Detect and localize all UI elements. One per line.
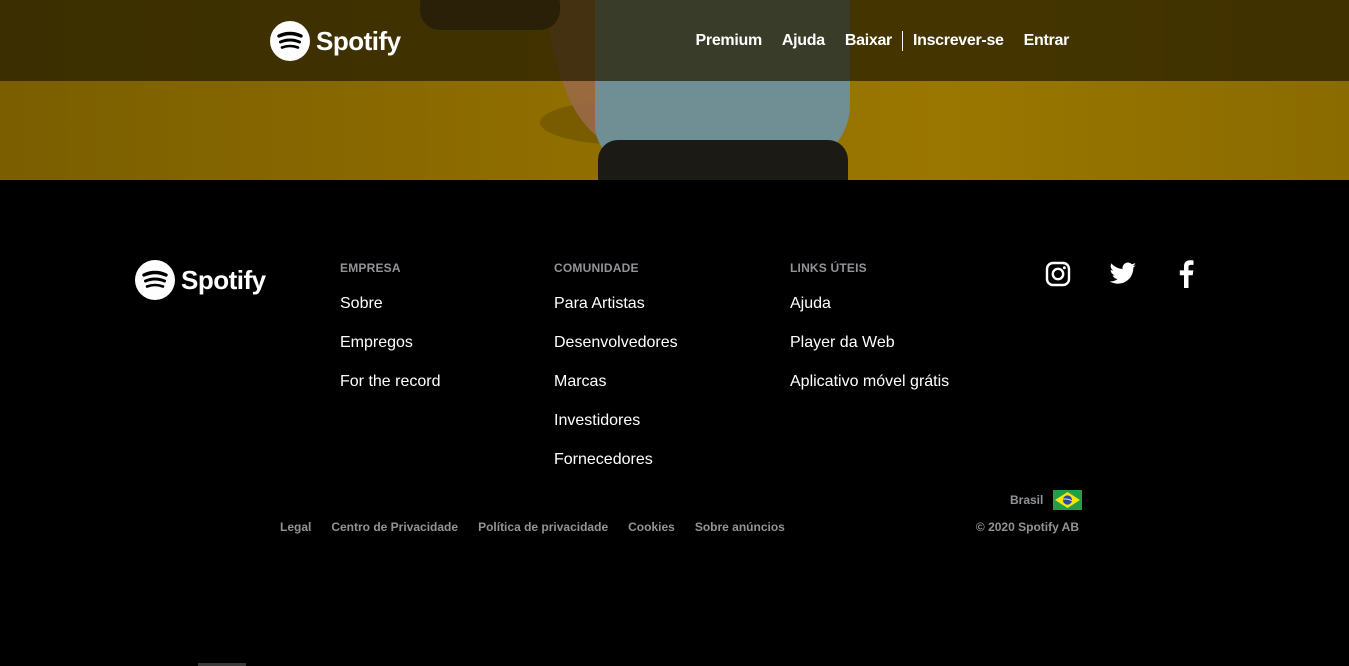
footer-link-for-the-record[interactable]: For the record: [340, 373, 440, 391]
nav-baixar[interactable]: Baixar: [845, 32, 892, 50]
hero-pants: [598, 140, 848, 180]
facebook-icon[interactable]: [1172, 260, 1200, 288]
footer-link-player-da-web[interactable]: Player da Web: [790, 334, 949, 352]
nav-entrar[interactable]: Entrar: [1024, 32, 1070, 50]
column-heading: COMUNIDADE: [554, 261, 639, 275]
footer-column-comunidade: COMUNIDADE Para Artistas Desenvolvedores…: [554, 261, 678, 469]
footer-link-fornecedores[interactable]: Fornecedores: [554, 451, 678, 469]
spotify-wordmark: Spotify: [181, 264, 266, 295]
spotify-logo-link[interactable]: Spotify: [270, 21, 401, 61]
region-selector[interactable]: Brasil: [1010, 490, 1083, 510]
legal-link-cookies[interactable]: Cookies: [628, 520, 675, 534]
footer-link-desenvolvedores[interactable]: Desenvolvedores: [554, 334, 678, 352]
column-heading: LINKS ÚTEIS: [790, 261, 867, 275]
column-heading: EMPRESA: [340, 261, 401, 275]
footer-column-empresa: EMPRESA Sobre Empregos For the record: [340, 261, 440, 391]
footer-link-para-artistas[interactable]: Para Artistas: [554, 295, 678, 313]
nav-links: Premium Ajuda Baixar Inscrever-se Entrar: [676, 31, 1069, 51]
footer-column-links-uteis: LINKS ÚTEIS Ajuda Player da Web Aplicati…: [790, 261, 949, 391]
copyright-text: © 2020 Spotify AB: [975, 520, 1079, 534]
region-label: Brasil: [1010, 493, 1044, 507]
instagram-icon[interactable]: [1044, 260, 1072, 288]
legal-link-politica-de-privacidade[interactable]: Política de privacidade: [478, 520, 608, 534]
footer-link-empregos[interactable]: Empregos: [340, 334, 440, 352]
brazil-flag-icon: [1053, 490, 1083, 510]
spotify-logo-icon: [270, 21, 310, 61]
footer-link-investidores[interactable]: Investidores: [554, 412, 678, 430]
legal-link-legal[interactable]: Legal: [280, 520, 311, 534]
twitter-icon[interactable]: [1109, 260, 1137, 288]
footer-link-aplicativo-movel[interactable]: Aplicativo móvel grátis: [790, 373, 949, 391]
footer: Spotify EMPRESA Sobre Empregos For the r…: [0, 180, 1349, 666]
footer-link-marcas[interactable]: Marcas: [554, 373, 678, 391]
legal-link-sobre-anuncios[interactable]: Sobre anúncios: [695, 520, 785, 534]
footer-link-sobre[interactable]: Sobre: [340, 295, 440, 313]
spotify-logo-icon: [135, 260, 175, 300]
nav-divider: [901, 31, 903, 51]
legal-links: Legal Centro de Privacidade Política de …: [280, 520, 805, 534]
nav-premium[interactable]: Premium: [696, 32, 763, 50]
spotify-wordmark: Spotify: [316, 25, 401, 56]
nav-inscrever-se[interactable]: Inscrever-se: [913, 32, 1004, 50]
footer-spotify-logo-link[interactable]: Spotify: [135, 260, 266, 300]
legal-link-centro-de-privacidade[interactable]: Centro de Privacidade: [331, 520, 458, 534]
top-navigation: Spotify Premium Ajuda Baixar Inscrever-s…: [0, 0, 1349, 81]
nav-ajuda[interactable]: Ajuda: [782, 32, 825, 50]
footer-link-ajuda[interactable]: Ajuda: [790, 295, 949, 313]
